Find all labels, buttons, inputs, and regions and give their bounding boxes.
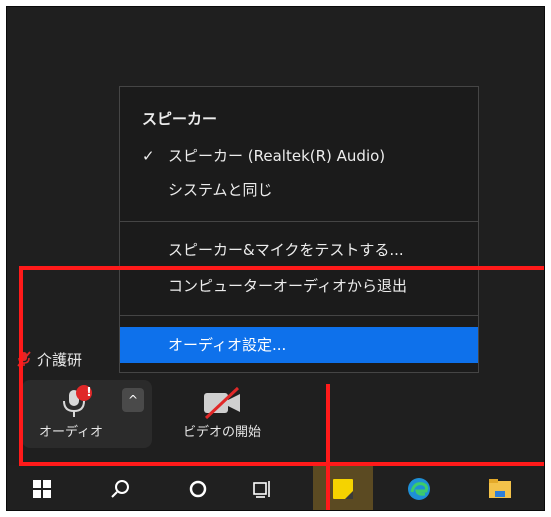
annotation-line (326, 384, 330, 510)
audio-alert-badge: ! (86, 385, 92, 399)
chevron-up-icon: ^ (127, 393, 139, 407)
windows-start-icon (33, 479, 51, 498)
video-off-icon (204, 386, 240, 420)
muted-mic-icon (17, 351, 31, 367)
menu-item-label: スピーカー (Realtek(R) Audio) (168, 147, 386, 165)
start-button[interactable] (17, 465, 67, 510)
sticky-notes-icon (333, 478, 353, 499)
menu-item-label: スピーカー&マイクをテストする... (168, 241, 404, 259)
task-view-button[interactable] (237, 465, 287, 510)
menu-item-label: システムと同じ (168, 181, 273, 199)
search-icon (111, 479, 129, 498)
menu-divider (120, 221, 478, 222)
audio-button[interactable]: ! オーディオ (22, 380, 120, 448)
menu-item-speaker-realtek[interactable]: ✓ スピーカー (Realtek(R) Audio) (120, 141, 478, 171)
file-explorer-taskbar-button[interactable] (475, 465, 525, 510)
edge-icon (408, 477, 430, 500)
check-icon: ✓ (142, 147, 155, 165)
audio-options-chevron-button[interactable]: ^ (122, 388, 144, 412)
task-view-icon (253, 480, 270, 498)
audio-options-menu: スピーカー ✓ スピーカー (Realtek(R) Audio) システムと同じ… (119, 86, 479, 373)
speaker-section-header: スピーカー (142, 110, 218, 128)
start-video-button[interactable]: ビデオの開始 (167, 380, 277, 448)
meeting-name-label: 介護研 (17, 349, 82, 370)
menu-item-audio-settings[interactable]: オーディオ設定... (120, 327, 478, 363)
search-button[interactable] (95, 465, 145, 510)
menu-item-same-as-system[interactable]: システムと同じ (120, 175, 478, 205)
menu-item-test-speaker-mic[interactable]: スピーカー&マイクをテストする... (120, 235, 478, 265)
sticky-notes-taskbar-button[interactable] (313, 465, 373, 510)
menu-item-leave-computer-audio[interactable]: コンピューターオーディオから退出 (120, 271, 478, 301)
start-video-label: ビデオの開始 (182, 425, 261, 440)
menu-item-label: オーディオ設定... (168, 336, 287, 354)
meeting-name: 介護研 (37, 351, 83, 369)
menu-item-label: コンピューターオーディオから退出 (168, 277, 407, 295)
cortana-button[interactable] (173, 465, 223, 510)
audio-button-label: オーディオ (38, 425, 104, 440)
file-explorer-icon (489, 478, 511, 498)
zoom-window: スピーカー ✓ スピーカー (Realtek(R) Audio) システムと同じ… (6, 6, 545, 511)
audio-control-group: ! オーディオ ^ (22, 380, 152, 448)
edge-taskbar-button[interactable] (394, 465, 444, 510)
cortana-icon (189, 480, 207, 497)
windows-taskbar (7, 465, 544, 510)
menu-divider (120, 315, 478, 316)
